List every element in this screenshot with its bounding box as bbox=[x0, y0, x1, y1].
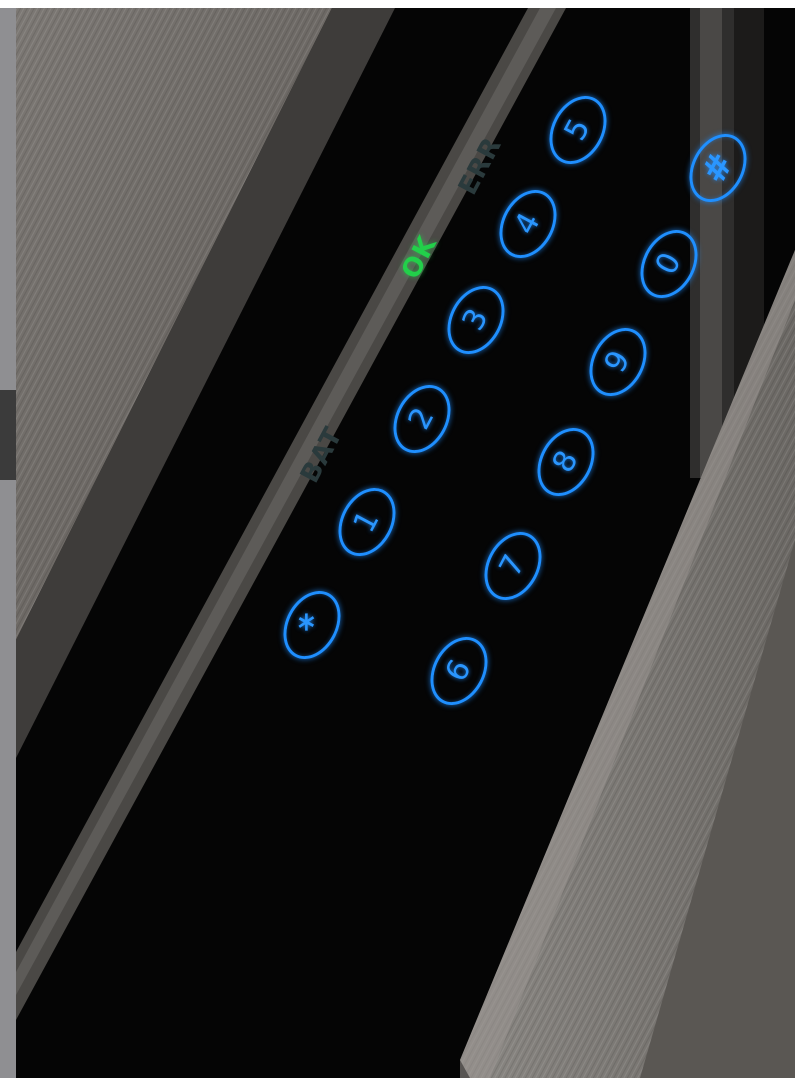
key-label: 3 bbox=[455, 303, 496, 337]
key-label: # bbox=[693, 146, 743, 190]
key-label: 5 bbox=[557, 113, 598, 147]
key-label: 7 bbox=[492, 549, 533, 583]
key-label: 0 bbox=[648, 247, 689, 281]
key-label: 1 bbox=[346, 505, 387, 539]
keypad-key-3[interactable]: 3 bbox=[436, 276, 516, 364]
keypad-key-7[interactable]: 7 bbox=[473, 522, 553, 610]
keypad-key-0[interactable]: 0 bbox=[629, 220, 709, 308]
keypad-key-5[interactable]: 5 bbox=[538, 86, 618, 174]
keypad-key-2[interactable]: 2 bbox=[382, 375, 462, 463]
keypad: * 1 2 3 4 5 6 7 8 9 0 # bbox=[0, 0, 795, 1078]
keypad-key-9[interactable]: 9 bbox=[578, 318, 658, 406]
key-label: 6 bbox=[438, 654, 479, 688]
keypad-key-6[interactable]: 6 bbox=[419, 627, 499, 715]
key-label: 8 bbox=[545, 445, 586, 479]
keypad-key-4[interactable]: 4 bbox=[488, 180, 568, 268]
key-label: 2 bbox=[401, 402, 442, 436]
key-label: 9 bbox=[597, 345, 638, 379]
keypad-key-1[interactable]: 1 bbox=[327, 478, 407, 566]
keypad-key-star[interactable]: * bbox=[272, 581, 352, 669]
keypad-key-hash[interactable]: # bbox=[678, 124, 758, 212]
key-label: 4 bbox=[507, 207, 548, 241]
key-label: * bbox=[290, 607, 334, 643]
keypad-key-8[interactable]: 8 bbox=[526, 418, 606, 506]
keypad-lock-photo: BAT OK ERR * 1 2 3 4 5 6 7 8 9 0 # bbox=[0, 0, 795, 1078]
